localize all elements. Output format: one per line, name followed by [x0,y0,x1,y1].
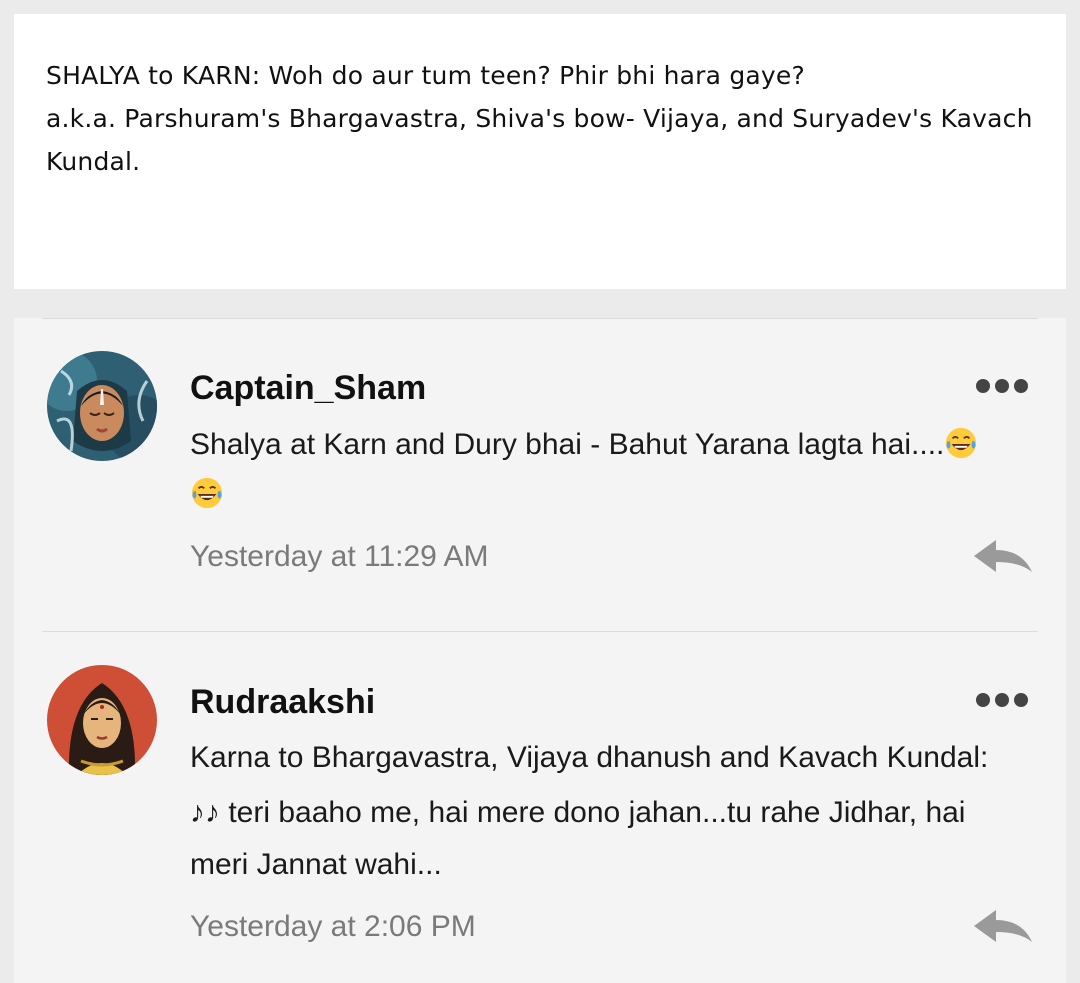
comment-item: Captain_Sham Shalya at Karn and Dury bha… [14,318,1066,631]
tears-of-joy-emoji-icon [191,477,223,509]
more-options-icon[interactable] [976,376,1028,396]
comment-text-line-2: ♪♪ teri baaho me, hai mere dono jahan...… [190,796,966,829]
avatar-rudraakshi-image [47,665,157,775]
more-options-icon[interactable] [976,690,1028,710]
post-card: SHALYA to KARN: Woh do aur tum teen? Phi… [14,14,1066,289]
avatar[interactable] [47,351,157,461]
comment-text-line-1: Karna to Bhargavastra, Vijaya dhanush an… [190,741,989,774]
dot [1014,379,1028,393]
comments-panel: Captain_Sham Shalya at Karn and Dury bha… [14,318,1066,983]
post-text-line-1: SHALYA to KARN: Woh do aur tum teen? Phi… [46,61,805,90]
comment-text-line-1: Shalya at Karn and Dury bhai - Bahut Yar… [190,426,978,463]
comment-item: Rudraakshi Karna to Bhargavastra, Vijaya… [14,632,1066,983]
post-text-line-2: a.k.a. Parshuram's Bhargavastra, Shiva's… [46,104,1033,133]
dot [1014,693,1028,707]
dot [995,379,1009,393]
avatar-captain-sham-image [47,351,157,461]
dot [995,693,1009,707]
reply-icon[interactable] [972,538,1034,578]
comment-text-line-2 [190,476,224,513]
tears-of-joy-emoji-icon [946,427,977,459]
dot [976,379,990,393]
comment-timestamp: Yesterday at 2:06 PM [190,910,476,943]
avatar[interactable] [47,665,157,775]
reply-icon[interactable] [972,908,1034,948]
comment-author[interactable]: Rudraakshi [190,682,375,722]
comment-text: Shalya at Karn and Dury bhai - Bahut Yar… [190,428,945,461]
comment-timestamp: Yesterday at 11:29 AM [190,540,489,573]
dot [976,693,990,707]
comment-text-line-3: meri Jannat wahi... [190,848,442,881]
comment-author[interactable]: Captain_Sham [190,368,426,408]
post-text-line-3: Kundal. [46,147,141,176]
